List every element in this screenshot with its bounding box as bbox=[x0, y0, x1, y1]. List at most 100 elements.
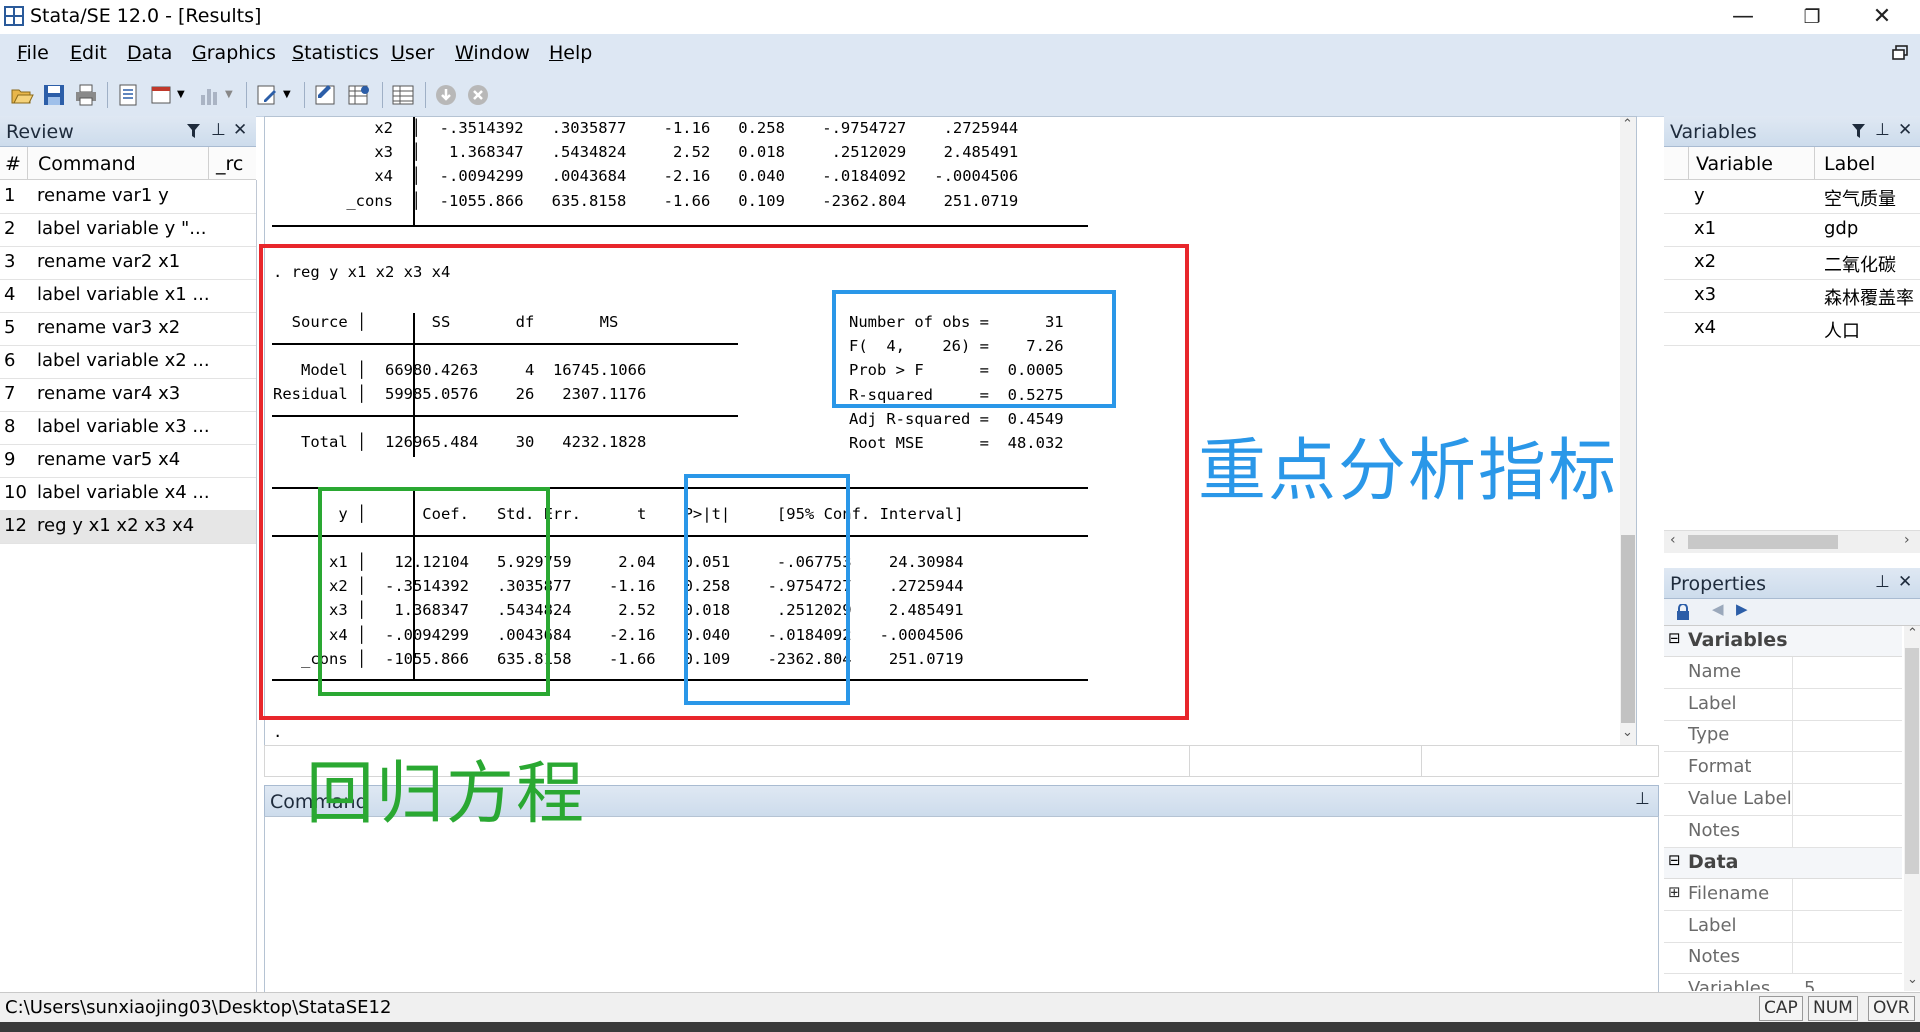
properties-section-variables[interactable]: ⊟ Variables bbox=[1664, 626, 1902, 657]
do-file-editor-icon[interactable] bbox=[255, 83, 279, 107]
review-item[interactable]: 7 rename var4 x3 bbox=[0, 378, 256, 412]
variable-label: gdp bbox=[1824, 218, 1859, 239]
pin-icon[interactable]: ⊥ bbox=[1875, 572, 1890, 592]
variables-list: y 空气质量 x1 gdp x2 二氧化碳 x3 森林覆盖率 x4 人口 bbox=[1664, 180, 1920, 530]
property-row[interactable]: Label bbox=[1664, 688, 1902, 721]
close-panel-icon[interactable]: ✕ bbox=[1898, 572, 1912, 592]
property-row[interactable]: Type bbox=[1664, 720, 1902, 753]
scroll-left-icon[interactable]: ‹ bbox=[1670, 532, 1676, 548]
property-row[interactable]: Format bbox=[1664, 752, 1902, 785]
pin-icon[interactable]: ⊥ bbox=[211, 120, 226, 140]
review-item[interactable]: 10 label variable x4 ... bbox=[0, 477, 256, 511]
variables-col-variable[interactable]: Variable bbox=[1696, 153, 1773, 175]
scroll-thumb[interactable] bbox=[1905, 648, 1919, 874]
property-row[interactable]: Notes bbox=[1664, 942, 1902, 975]
command-input[interactable] bbox=[264, 816, 1659, 993]
review-item[interactable]: 1 rename var1 y bbox=[0, 180, 256, 214]
property-row[interactable]: ⊞ Filename bbox=[1664, 879, 1902, 911]
review-col-command[interactable]: Command bbox=[38, 153, 136, 175]
close-panel-icon[interactable]: ✕ bbox=[1898, 120, 1912, 140]
variable-item[interactable]: x3 森林覆盖率 bbox=[1664, 279, 1920, 313]
variables-col-label[interactable]: Label bbox=[1824, 153, 1875, 175]
menu-user[interactable]: User bbox=[391, 42, 434, 64]
close-panel-icon[interactable]: ✕ bbox=[233, 120, 247, 140]
review-item-command: rename var5 x4 bbox=[37, 449, 181, 470]
save-icon[interactable] bbox=[42, 83, 66, 107]
menu-data[interactable]: Data bbox=[127, 42, 172, 64]
command-pin-icon[interactable]: ⊥ bbox=[1635, 789, 1650, 809]
review-item[interactable]: 8 label variable x3 ... bbox=[0, 411, 256, 445]
graph-icon[interactable] bbox=[198, 83, 222, 107]
graph-dropdown-icon[interactable]: ▼ bbox=[225, 89, 233, 100]
variable-item[interactable]: x4 人口 bbox=[1664, 312, 1920, 346]
menu-graphics[interactable]: Graphics bbox=[192, 42, 276, 64]
properties-section-data[interactable]: ⊟ Data bbox=[1664, 848, 1902, 879]
scroll-down-icon[interactable]: ⌄ bbox=[1907, 972, 1918, 987]
review-item[interactable]: 5 rename var3 x2 bbox=[0, 312, 256, 346]
restore-button[interactable]: ❐ bbox=[1782, 0, 1842, 34]
filter-icon[interactable] bbox=[1852, 124, 1865, 138]
review-item-command: rename var4 x3 bbox=[37, 383, 181, 404]
review-item-number: 1 bbox=[4, 185, 16, 206]
lock-icon[interactable] bbox=[1676, 604, 1690, 620]
properties-scrollbar[interactable]: ⌃ ⌄ bbox=[1904, 626, 1920, 991]
review-item[interactable]: 9 rename var5 x4 bbox=[0, 444, 256, 478]
collapse-icon[interactable]: ⊟ bbox=[1668, 851, 1681, 869]
review-item-command: rename var2 x1 bbox=[37, 251, 181, 272]
results-scrollbar[interactable]: ⌃ ⌄ bbox=[1620, 117, 1636, 745]
variables-manager-icon[interactable] bbox=[391, 83, 415, 107]
scroll-down-icon[interactable]: ⌄ bbox=[1622, 725, 1633, 740]
property-row[interactable]: Name bbox=[1664, 657, 1902, 689]
review-item[interactable]: 3 rename var2 x1 bbox=[0, 246, 256, 280]
variables-hscrollbar[interactable]: ‹ › bbox=[1664, 530, 1920, 553]
print-icon[interactable] bbox=[74, 83, 98, 107]
scroll-thumb[interactable] bbox=[1621, 535, 1635, 723]
more-icon[interactable] bbox=[434, 83, 458, 107]
pin-icon[interactable]: ⊥ bbox=[1875, 120, 1890, 140]
viewer-icon[interactable] bbox=[150, 83, 174, 107]
menu-file[interactable]: File bbox=[17, 42, 49, 64]
data-editor-icon[interactable] bbox=[313, 83, 337, 107]
data-browser-icon[interactable] bbox=[347, 83, 371, 107]
scroll-right-icon[interactable]: › bbox=[1904, 532, 1910, 548]
collapse-icon[interactable]: ⊟ bbox=[1668, 629, 1681, 647]
menu-edit[interactable]: Edit bbox=[70, 42, 107, 64]
review-item-command: label variable x3 ... bbox=[37, 416, 210, 437]
menu-window[interactable]: Window bbox=[455, 42, 530, 64]
variable-item[interactable]: x2 二氧化碳 bbox=[1664, 246, 1920, 280]
menu-statistics[interactable]: Statistics bbox=[292, 42, 379, 64]
do-file-dropdown-icon[interactable]: ▼ bbox=[283, 89, 291, 100]
filter-icon[interactable] bbox=[187, 124, 200, 138]
scroll-up-icon[interactable]: ⌃ bbox=[1907, 626, 1918, 641]
review-item[interactable]: 6 label variable x2 ... bbox=[0, 345, 256, 379]
menu-help[interactable]: Help bbox=[549, 42, 592, 64]
close-button[interactable]: ✕ bbox=[1852, 0, 1912, 34]
property-row[interactable]: Notes bbox=[1664, 815, 1902, 848]
property-row[interactable]: Value Label bbox=[1664, 783, 1902, 816]
property-name: Format bbox=[1688, 756, 1752, 778]
expand-icon[interactable]: ⊞ bbox=[1668, 883, 1681, 901]
property-row[interactable]: Label bbox=[1664, 910, 1902, 943]
results-prompt: . bbox=[273, 723, 283, 741]
review-item[interactable]: 4 label variable x1 ... bbox=[0, 279, 256, 313]
hscroll-thumb[interactable] bbox=[1688, 535, 1838, 549]
open-icon[interactable] bbox=[10, 83, 34, 107]
variable-item[interactable]: x1 gdp bbox=[1664, 213, 1920, 247]
break-icon[interactable] bbox=[466, 83, 490, 107]
review-col-rc[interactable]: _rc bbox=[216, 153, 243, 175]
property-name: Value Label bbox=[1688, 787, 1792, 809]
back-arrow-icon[interactable]: ◀ bbox=[1712, 600, 1724, 618]
minimize-button[interactable]: — bbox=[1713, 0, 1773, 34]
scroll-up-icon[interactable]: ⌃ bbox=[1622, 117, 1633, 132]
viewer-dropdown-icon[interactable]: ▼ bbox=[177, 89, 185, 100]
forward-arrow-icon[interactable]: ▶ bbox=[1736, 600, 1748, 618]
coef-row: x3 │ 1.368347 .5434824 2.52 0.018 .25120… bbox=[337, 143, 1019, 162]
variable-item[interactable]: y 空气质量 bbox=[1664, 180, 1920, 214]
dock-window-icon[interactable] bbox=[1892, 45, 1908, 61]
review-item[interactable]: 12 reg y x1 x2 x3 x4 bbox=[0, 510, 256, 544]
review-item[interactable]: 2 label variable y "... bbox=[0, 213, 256, 247]
review-list: 1 rename var1 y 2 label variable y "... 3 ren… bbox=[0, 180, 257, 992]
table-rule bbox=[413, 117, 415, 225]
review-item-command: label variable x4 ... bbox=[37, 482, 210, 503]
log-icon[interactable] bbox=[116, 83, 140, 107]
